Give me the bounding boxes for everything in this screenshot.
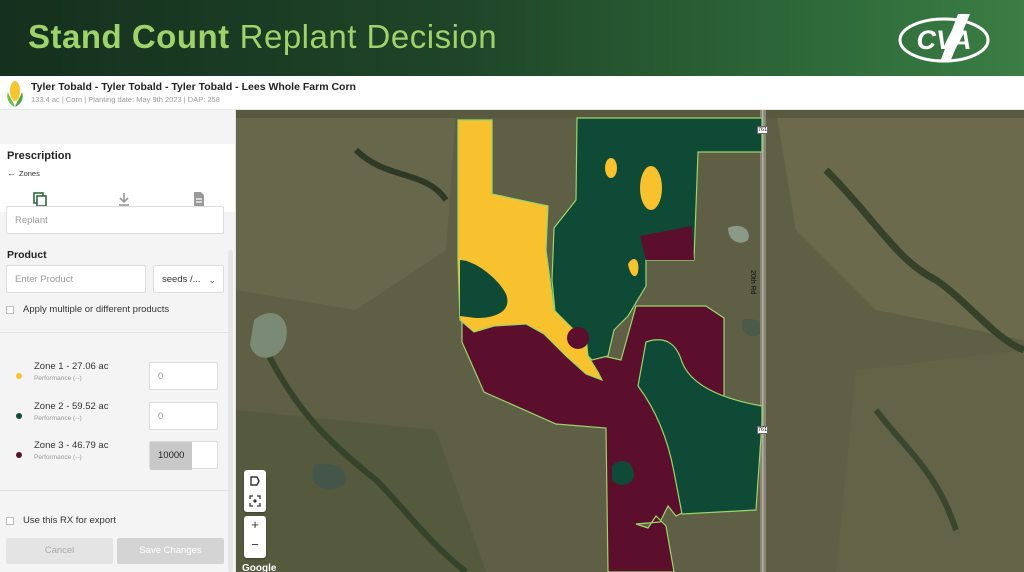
zone-2-performance: Performance (--) (34, 415, 82, 422)
terrain-patch (236, 110, 1024, 118)
apply-multiple-checkbox[interactable] (6, 306, 14, 314)
zoom-in-button[interactable]: + (244, 517, 266, 532)
terrain-patch (836, 350, 1024, 572)
zoom-controls: + − (244, 516, 266, 558)
prescription-sidebar: Prescription ← Zones Replant Product Ente… (0, 110, 236, 572)
app-banner: Stand Count Replant Decision CVA (0, 0, 1024, 76)
divider (0, 490, 228, 491)
zoom-out-button[interactable]: − (244, 537, 266, 552)
zones-link-label: Zones (19, 169, 40, 178)
page-title-light: Replant Decision (239, 18, 498, 55)
zone-1-polygon (640, 166, 662, 210)
zone-1-name: Zone 1 - 27.06 ac (34, 361, 109, 372)
map-canvas (236, 110, 1024, 572)
zone-3-rate-value: 10000 (150, 442, 193, 470)
sidebar-scroll-area: Replant Product Enter Product seeds /...… (0, 206, 235, 572)
zone-3-name: Zone 3 - 46.79 ac (34, 440, 109, 451)
field-header: Tyler Tobald - Tyler Tobald - Tyler Toba… (0, 76, 1024, 110)
export-label: Use this RX for export (23, 515, 116, 526)
copy-icon[interactable] (32, 191, 48, 207)
zone-3-performance: Performance (--) (34, 454, 82, 461)
product-heading: Product (7, 249, 47, 261)
field-title: Tyler Tobald - Tyler Tobald - Tyler Toba… (31, 81, 356, 93)
draw-icon[interactable] (249, 475, 261, 487)
focus-icon[interactable] (249, 495, 261, 507)
field-meta: 133.4 ac | Corn | Planting date: May 9th… (31, 95, 220, 104)
zone-2-dot (16, 413, 22, 419)
zone-2-name: Zone 2 - 59.52 ac (34, 401, 109, 412)
logo-text: CVA (916, 25, 971, 55)
zone-3-dot (16, 452, 22, 458)
page-title-bold: Stand Count (28, 18, 230, 55)
file-icon[interactable] (191, 191, 207, 207)
back-to-zones-link[interactable]: ← Zones (7, 168, 40, 178)
zone-2-rate-input[interactable]: 0 (149, 402, 218, 430)
road-shield: 761 (757, 426, 768, 434)
product-input[interactable]: Enter Product (6, 265, 146, 293)
corn-icon (7, 81, 23, 107)
unit-select[interactable]: seeds /... ⌄ (153, 265, 224, 293)
zone-3-rate-input[interactable]: 10000 (149, 441, 218, 470)
unit-select-value: seeds /... (162, 274, 201, 285)
chevron-down-icon: ⌄ (208, 275, 216, 285)
road-shield: 761 (757, 126, 768, 134)
cancel-button[interactable]: Cancel (6, 538, 113, 564)
zone-1-dot (16, 373, 22, 379)
cva-logo: CVA (898, 14, 990, 63)
sidebar-header: Prescription ← Zones (0, 144, 235, 186)
download-icon[interactable] (116, 191, 132, 207)
zone-1-polygon (605, 158, 617, 178)
export-checkbox[interactable] (6, 517, 14, 525)
page-title: Stand Count Replant Decision (28, 18, 497, 56)
sidebar-scrollbar[interactable] (228, 250, 233, 572)
apply-multiple-label: Apply multiple or different products (23, 304, 170, 315)
prescription-heading: Prescription (7, 150, 72, 162)
zone-3-polygon (567, 327, 589, 349)
prescription-name-field[interactable]: Replant (6, 206, 224, 234)
road-name-label: 20th Rd (749, 270, 756, 295)
map-draw-controls (244, 470, 266, 512)
save-changes-button[interactable]: Save Changes (117, 538, 224, 564)
zone-1-performance: Performance (--) (34, 375, 82, 382)
app-root: Stand Count Replant Decision CVA Tyler To… (0, 0, 1024, 572)
back-arrow-icon: ← (7, 168, 16, 178)
google-attribution: Google (242, 563, 277, 572)
divider (0, 332, 228, 333)
zone-1-rate-input[interactable]: 0 (149, 362, 218, 390)
road-20th (762, 110, 764, 572)
map-view[interactable]: 20th Rd 761 761 + − Google (236, 110, 1024, 572)
